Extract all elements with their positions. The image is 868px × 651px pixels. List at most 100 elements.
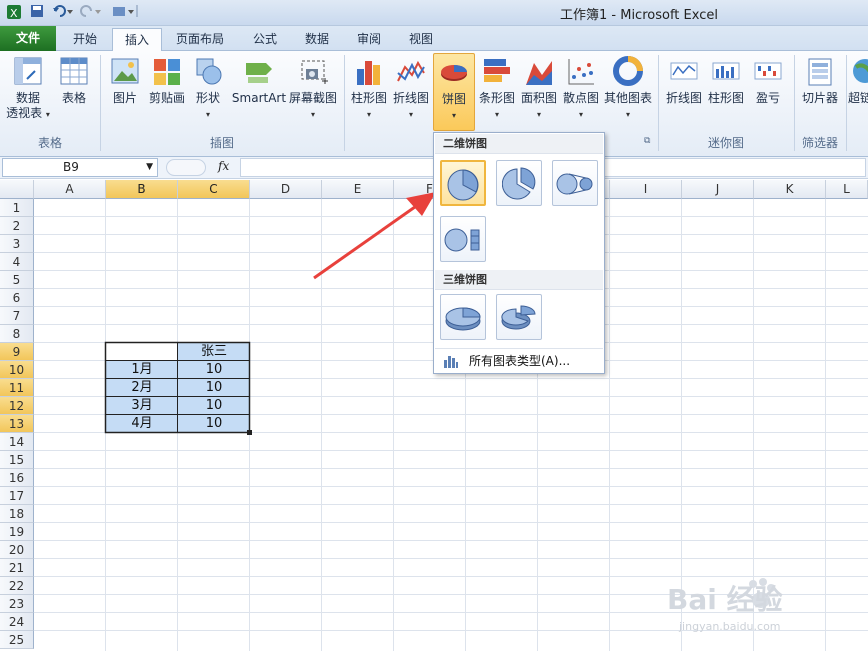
gridline xyxy=(34,504,868,505)
pie-chart-button[interactable]: 饼图 ▾ xyxy=(433,53,475,131)
row-header[interactable]: 23 xyxy=(0,595,34,613)
row-header[interactable]: 6 xyxy=(0,289,34,307)
table-button[interactable]: 表格 xyxy=(54,53,94,106)
row-header[interactable]: 16 xyxy=(0,469,34,487)
pie-option-pie[interactable] xyxy=(440,160,486,206)
tab-home[interactable]: 开始 xyxy=(60,28,110,51)
bar-of-pie-icon xyxy=(444,228,480,252)
chevron-down-icon[interactable]: ▼ xyxy=(146,159,153,176)
smartart-icon xyxy=(246,63,272,83)
row-header[interactable]: 1 xyxy=(0,199,34,217)
row-header[interactable]: 8 xyxy=(0,325,34,343)
name-box-value: B9 xyxy=(63,160,79,174)
tab-view[interactable]: 视图 xyxy=(398,28,444,51)
bar-chart-label: 条形图 xyxy=(478,91,515,105)
shapes-icon xyxy=(196,58,222,85)
shapes-button[interactable]: 形状 ▾ xyxy=(188,53,228,122)
redo-icon[interactable] xyxy=(80,4,102,20)
hyperlink-button[interactable]: 超链 xyxy=(848,53,868,106)
table-label: 表格 xyxy=(61,91,86,105)
column-header[interactable]: C xyxy=(178,180,250,199)
row-header[interactable]: 21 xyxy=(0,559,34,577)
scatter-chart-button[interactable]: 散点图 ▾ xyxy=(560,53,602,122)
exploded-pie-3d-icon xyxy=(501,305,536,330)
excel-logo-icon: X xyxy=(6,4,22,20)
screenshot-label: 屏幕截图 xyxy=(288,91,337,105)
other-charts-button[interactable]: 其他图表 ▾ xyxy=(602,53,654,122)
hyperlink-label: 超链 xyxy=(848,91,868,105)
row-header[interactable]: 3 xyxy=(0,235,34,253)
column-header[interactable]: L xyxy=(826,180,868,199)
separator xyxy=(100,55,101,151)
row-header[interactable]: 10 xyxy=(0,361,34,379)
pivot-table-button[interactable]: 数据 透视表 ▾ xyxy=(4,53,52,122)
sparkline-winloss-icon xyxy=(754,62,782,80)
row-header[interactable]: 25 xyxy=(0,631,34,649)
sparkline-column-label: 柱形图 xyxy=(707,91,744,105)
sparkline-column-button[interactable]: 柱形图 xyxy=(706,53,746,106)
bar-chart-button[interactable]: 条形图 ▾ xyxy=(476,53,518,122)
row-header[interactable]: 18 xyxy=(0,505,34,523)
gridline xyxy=(34,468,868,469)
row-header[interactable]: 11 xyxy=(0,379,34,397)
column-header[interactable]: J xyxy=(682,180,754,199)
tab-review[interactable]: 审阅 xyxy=(346,28,392,51)
tab-page-layout[interactable]: 页面布局 xyxy=(164,28,236,51)
clipart-button[interactable]: 剪贴画 xyxy=(146,53,188,106)
select-all-corner[interactable] xyxy=(0,180,34,199)
all-chart-types-item[interactable]: 所有图表类型(A)... xyxy=(435,348,603,372)
column-header[interactable]: I xyxy=(610,180,682,199)
sparkline-winloss-button[interactable]: 盈亏 xyxy=(748,53,788,106)
row-header[interactable]: 7 xyxy=(0,307,34,325)
column-chart-button[interactable]: 柱形图 ▾ xyxy=(348,53,390,122)
row-header[interactable]: 20 xyxy=(0,541,34,559)
formula-bar-expander[interactable] xyxy=(166,159,206,176)
sparkline-line-button[interactable]: 折线图 xyxy=(662,53,706,106)
picture-button[interactable]: 图片 xyxy=(104,53,146,106)
column-header[interactable]: A xyxy=(34,180,106,199)
exploded-pie-icon xyxy=(502,167,536,200)
row-header[interactable]: 24 xyxy=(0,613,34,631)
pie-option-pie-of-pie[interactable] xyxy=(552,160,598,206)
slicer-button[interactable]: 切片器 xyxy=(798,53,842,106)
row-header[interactable]: 9 xyxy=(0,343,34,361)
column-header[interactable]: B xyxy=(106,180,178,199)
line-chart-button[interactable]: 折线图 ▾ xyxy=(390,53,432,122)
row-header[interactable]: 22 xyxy=(0,577,34,595)
dialog-launcher-icon[interactable]: ⧉ xyxy=(644,136,650,146)
sparkline-line-label: 折线图 xyxy=(665,91,702,105)
sparkline-column-icon xyxy=(712,62,740,80)
row-header[interactable]: 17 xyxy=(0,487,34,505)
line-chart-label: 折线图 xyxy=(392,91,429,105)
undo-icon[interactable] xyxy=(52,4,74,20)
pie-option-3d-exploded-pie[interactable] xyxy=(496,294,542,340)
row-header[interactable]: 4 xyxy=(0,253,34,271)
screenshot-button[interactable]: 屏幕截图 ▾ xyxy=(288,53,338,122)
row-header[interactable]: 2 xyxy=(0,217,34,235)
tab-data[interactable]: 数据 xyxy=(294,28,340,51)
baidu-watermark: Bai 经验 jingyan.baidu.com xyxy=(665,572,865,648)
pivot-table-label-2: 透视表 xyxy=(6,106,43,120)
row-header[interactable]: 19 xyxy=(0,523,34,541)
name-box[interactable]: B9 ▼ xyxy=(2,158,158,177)
gridline xyxy=(34,486,868,487)
row-header[interactable]: 14 xyxy=(0,433,34,451)
pie-option-3d-pie[interactable] xyxy=(440,294,486,340)
insert-function-icon[interactable]: fx xyxy=(218,159,229,173)
area-chart-button[interactable]: 面积图 ▾ xyxy=(518,53,560,122)
tab-file[interactable]: 文件 xyxy=(0,26,56,51)
customize-quick-access-icon[interactable] xyxy=(112,4,142,20)
row-header[interactable]: 13 xyxy=(0,415,34,433)
tab-formulas[interactable]: 公式 xyxy=(242,28,288,51)
tab-insert[interactable]: 插入 xyxy=(112,28,162,51)
pie-option-exploded-pie[interactable] xyxy=(496,160,542,206)
row-header[interactable]: 12 xyxy=(0,397,34,415)
pie-option-bar-of-pie[interactable] xyxy=(440,216,486,262)
smartart-label: SmartArt xyxy=(231,91,287,105)
row-header[interactable]: 5 xyxy=(0,271,34,289)
smartart-button[interactable]: SmartArt xyxy=(230,53,288,106)
save-icon[interactable] xyxy=(30,4,44,20)
all-charts-icon xyxy=(444,356,458,368)
column-header[interactable]: K xyxy=(754,180,826,199)
row-header[interactable]: 15 xyxy=(0,451,34,469)
